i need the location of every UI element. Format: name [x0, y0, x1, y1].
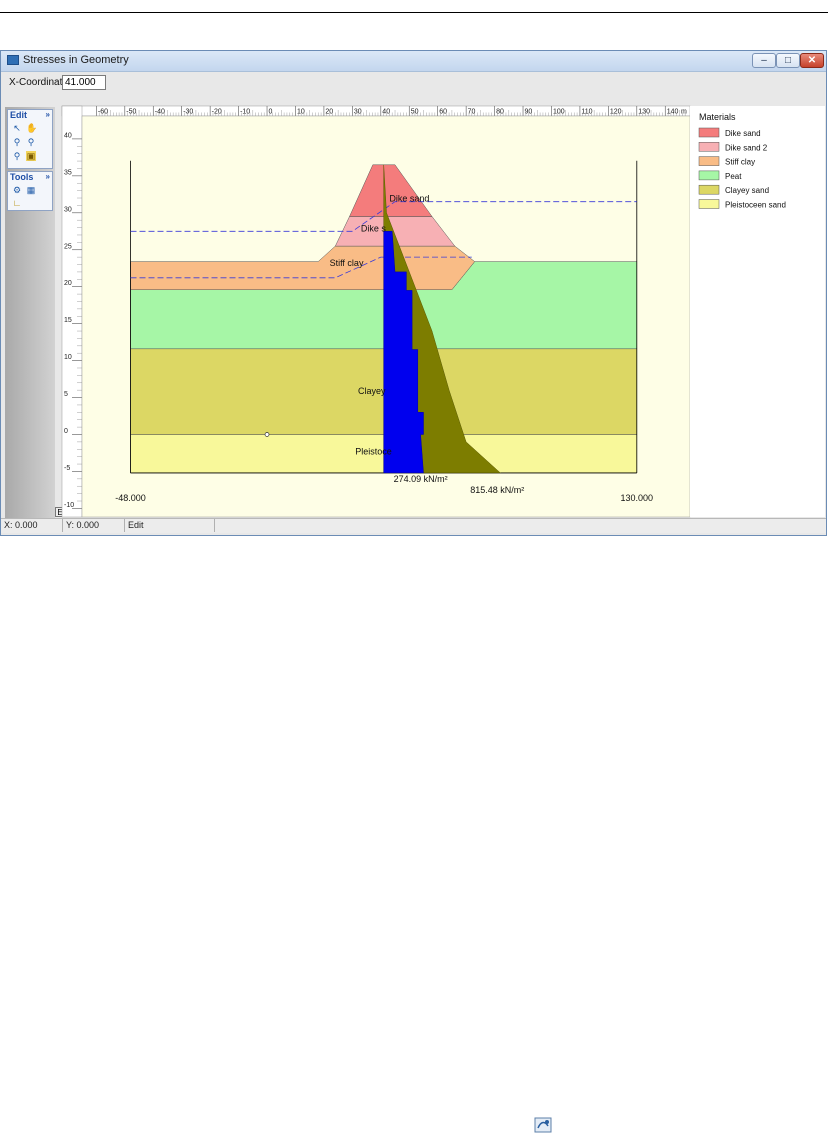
geometry-point[interactable] [264, 432, 270, 437]
legend-swatch [698, 184, 720, 195]
x-ruler-label: 0 [269, 109, 273, 116]
materials-panel [690, 106, 825, 517]
layer-label: Pleistoce [355, 446, 392, 456]
y-ruler-label: 15 [64, 317, 72, 324]
legend-label: Dike sand 2 [725, 143, 768, 152]
page-inline-icon [534, 1117, 552, 1133]
legend-label: Peat [725, 172, 742, 181]
layer-label: Dike sand [389, 194, 429, 204]
x-ruler-label: 110 [581, 109, 592, 116]
legend-swatch [698, 142, 720, 152]
y-ruler-label: 20 [64, 280, 72, 287]
layer-label: Dike s [361, 223, 387, 233]
y-ruler-label: 40 [64, 132, 72, 139]
page-top-rule [0, 12, 828, 13]
x-right-value: 130.000 [621, 493, 654, 503]
status-x: X: 0.000 [1, 519, 63, 532]
y-ruler-label: -10 [64, 502, 74, 509]
status-mode: Edit [125, 519, 215, 532]
effective-stress-value: 274.09 kN/m² [394, 474, 448, 484]
legend-label: Clayey sand [725, 186, 769, 195]
legend-label: Pleistoceen sand [725, 201, 786, 210]
geometry-canvas[interactable]: -60 -50 -40 -30 -20 -10 0 10 20 30 40 50 60 70 80 90 100… [5, 50, 825, 520]
legend-swatch [698, 199, 720, 209]
y-ruler-label: 35 [64, 169, 72, 176]
layer-label: Stiff clay [330, 258, 364, 268]
legend-swatch [698, 127, 720, 138]
legend-swatch [698, 156, 720, 166]
x-ruler-unit: m [681, 109, 687, 116]
y-ruler-label: 25 [64, 243, 72, 250]
total-stress-value: 815.48 kN/m² [470, 485, 524, 495]
materials-title: Materials [699, 112, 736, 122]
layer-label: Clayey [358, 386, 386, 396]
legend-label: Stiff clay [725, 158, 755, 167]
y-ruler-label: -5 [64, 465, 70, 472]
y-ruler-label: 10 [64, 354, 72, 361]
y-ruler-label: 0 [64, 428, 68, 435]
left-ruler [61, 105, 83, 518]
status-bar: X: 0.000 Y: 0.000 Edit [1, 518, 826, 533]
y-ruler-label: 30 [64, 206, 72, 213]
legend-swatch [698, 170, 720, 181]
x-left-value: -48.000 [115, 493, 146, 503]
legend-label: Dike sand [725, 129, 761, 138]
y-ruler-label: 5 [64, 391, 68, 398]
status-y: Y: 0.000 [63, 519, 125, 532]
